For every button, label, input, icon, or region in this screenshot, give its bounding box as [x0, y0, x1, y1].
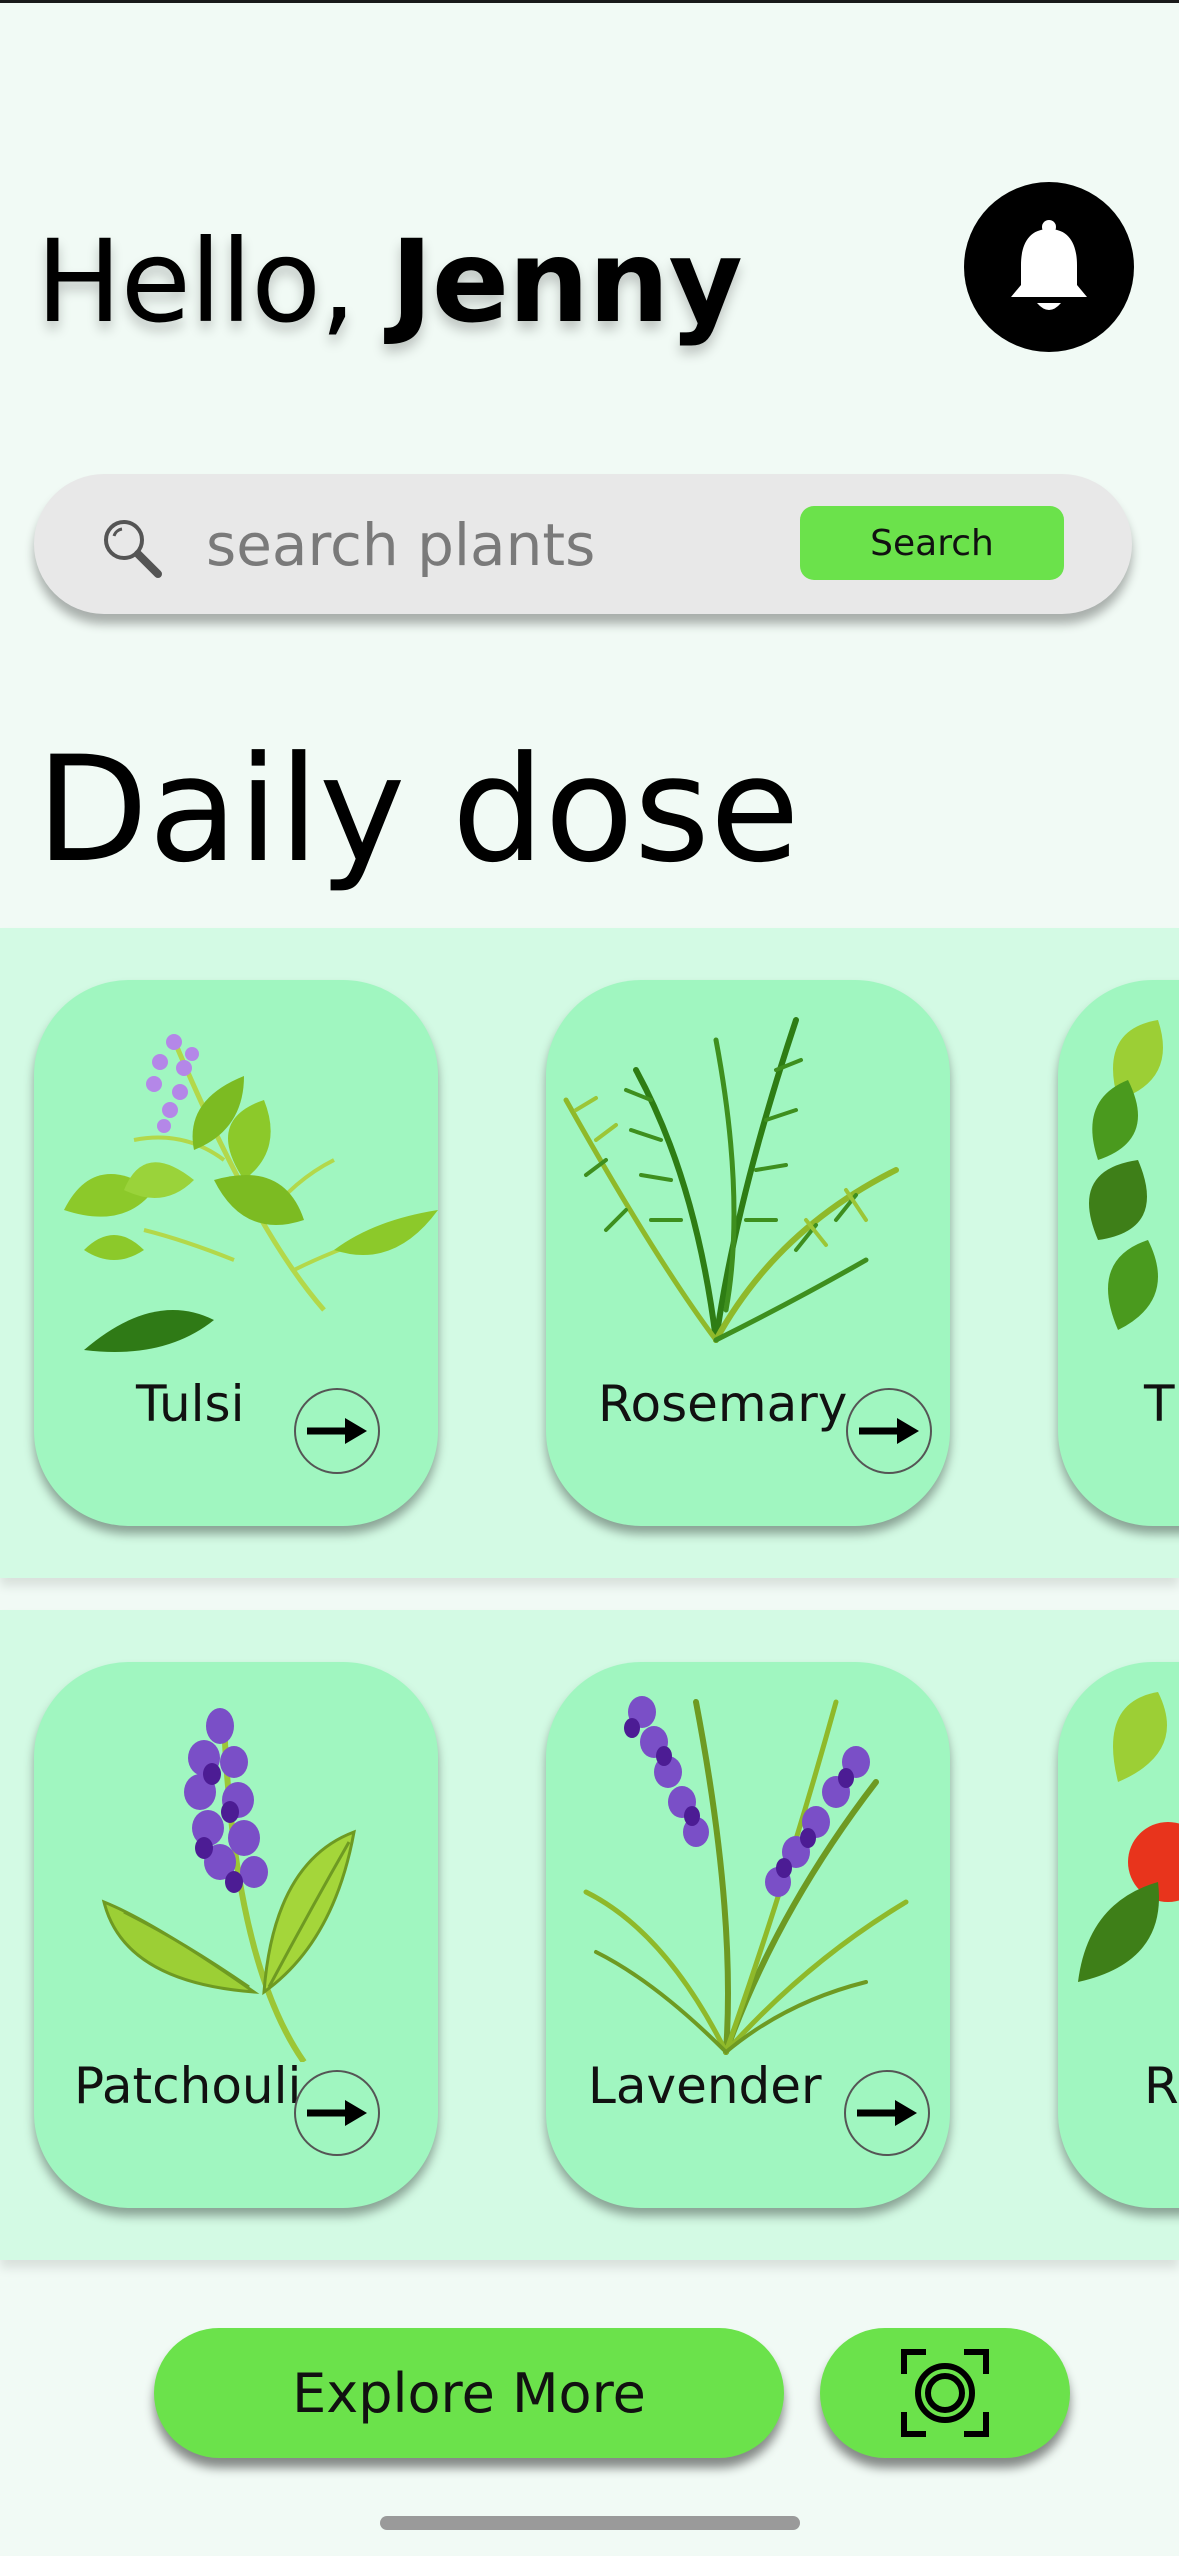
plant-card-lavender[interactable]: Lavender — [546, 1662, 950, 2208]
plant-row-1[interactable]: Tulsi Rosemary T — [0, 928, 1179, 1578]
plant-card-patchouli[interactable]: Patchouli — [34, 1662, 438, 2208]
section-title: Daily dose — [36, 725, 800, 895]
plant-label: Th — [1144, 1375, 1179, 1433]
arrow-right-icon — [859, 1418, 919, 1444]
lavender-plant-icon — [583, 1696, 909, 2055]
plant-card-partial[interactable]: Th — [1058, 980, 1179, 1526]
rosemary-plant-icon — [563, 1017, 899, 1343]
plant-row-2[interactable]: Patchouli Lavender R — [0, 1610, 1179, 2260]
plant-label: Rosemary — [598, 1375, 848, 1433]
search-button[interactable]: Search — [800, 506, 1064, 580]
bell-icon — [1011, 220, 1087, 310]
plant-label: Patchouli — [74, 2057, 302, 2115]
plant-card-partial[interactable]: R — [1058, 1662, 1179, 2208]
notifications-button[interactable] — [964, 182, 1134, 352]
tulsi-plant-icon — [64, 1034, 438, 1352]
explore-more-button[interactable]: Explore More — [154, 2328, 784, 2458]
greeting: Hello, Jenny — [36, 212, 743, 352]
plant-label: R — [1144, 2057, 1179, 2115]
search-bar: Search — [34, 474, 1132, 614]
scan-button[interactable] — [820, 2328, 1070, 2458]
open-arrow-button[interactable] — [846, 1388, 932, 1474]
scan-icon — [901, 2349, 989, 2437]
patchouli-plant-icon — [101, 1708, 356, 2062]
red-berry-plant-icon — [1078, 1692, 1179, 1982]
greeting-prefix: Hello, — [36, 215, 391, 348]
status-bar-line — [0, 0, 1179, 3]
plant-label: Tulsi — [136, 1375, 245, 1433]
search-input[interactable] — [204, 504, 808, 586]
open-arrow-button[interactable] — [294, 1388, 380, 1474]
arrow-right-icon — [307, 2100, 367, 2126]
thyme-plant-icon — [1089, 1020, 1163, 1330]
search-icon — [104, 520, 162, 578]
plant-card-tulsi[interactable]: Tulsi — [34, 980, 438, 1526]
open-arrow-button[interactable] — [844, 2070, 930, 2156]
open-arrow-button[interactable] — [294, 2070, 380, 2156]
user-name: Jenny — [390, 215, 742, 348]
arrow-right-icon — [307, 1418, 367, 1444]
plant-label: Lavender — [588, 2057, 822, 2115]
plant-card-rosemary[interactable]: Rosemary — [546, 980, 950, 1526]
home-indicator[interactable] — [380, 2516, 800, 2530]
arrow-right-icon — [857, 2100, 917, 2126]
